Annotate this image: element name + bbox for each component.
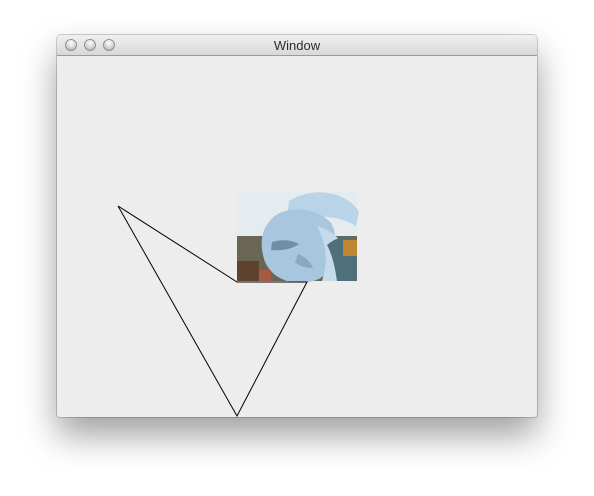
- photo-left-detail: [237, 261, 259, 281]
- drawing-canvas: [117, 191, 359, 417]
- minimize-button[interactable]: [84, 39, 96, 51]
- photo-image: [237, 191, 359, 283]
- title-bar[interactable]: Window: [57, 35, 537, 56]
- photo-orange-detail: [343, 240, 357, 256]
- zoom-button[interactable]: [103, 39, 115, 51]
- window-content: [57, 56, 537, 417]
- window-title: Window: [273, 38, 321, 53]
- app-window: Window: [57, 35, 537, 417]
- window-controls: [65, 39, 115, 51]
- photo-red-detail: [259, 270, 271, 281]
- close-button[interactable]: [65, 39, 77, 51]
